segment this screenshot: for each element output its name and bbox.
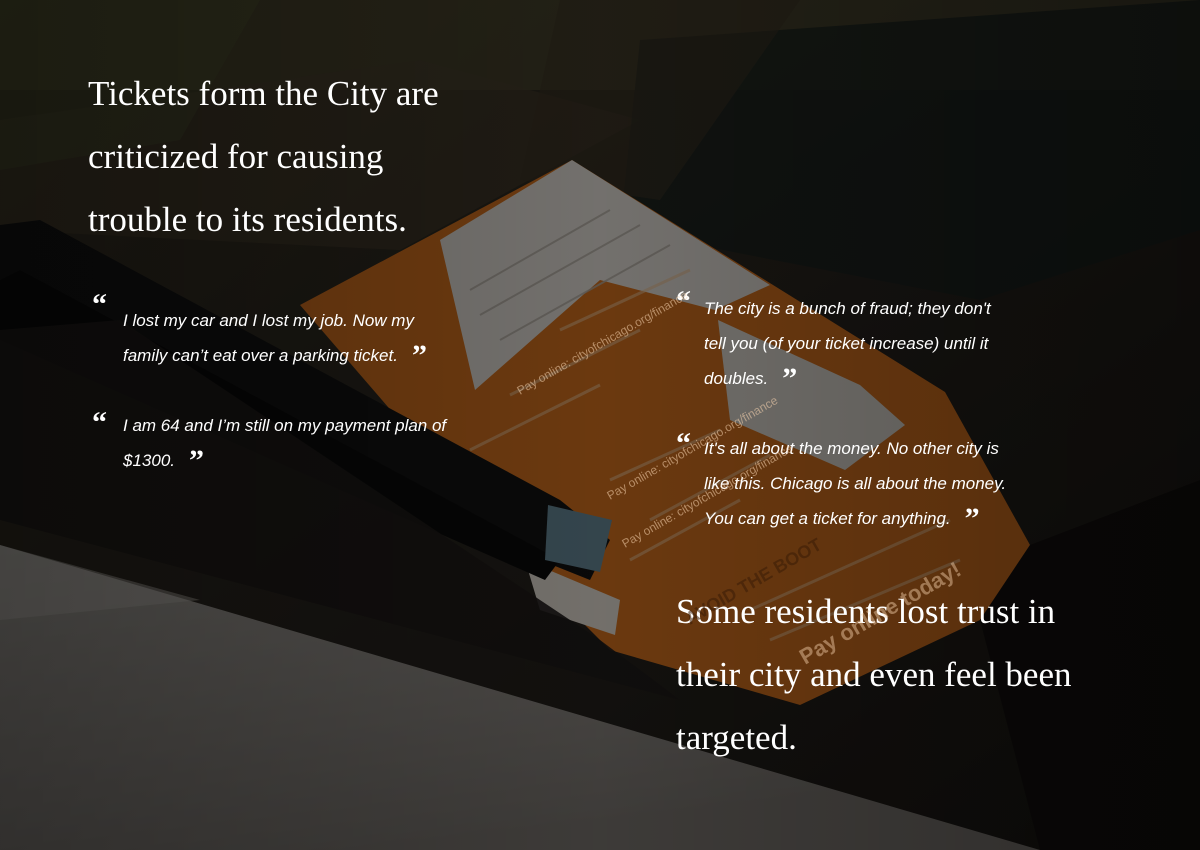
ticket-print-layer: Pay online: cityofchicago.org/finance Pa… [515,288,966,670]
ticket-promo-text: Pay online today! [795,557,965,670]
ticket-repeated-text: Pay online: cityofchicago.org/finance [515,288,691,398]
ticket-repeated-text: Pay online: cityofchicago.org/finance [605,393,781,503]
ticket-banner-text: AVOID THE BOOT [682,534,825,628]
ticket-repeated-text: Pay online: cityofchicago.org/finance [620,441,796,551]
